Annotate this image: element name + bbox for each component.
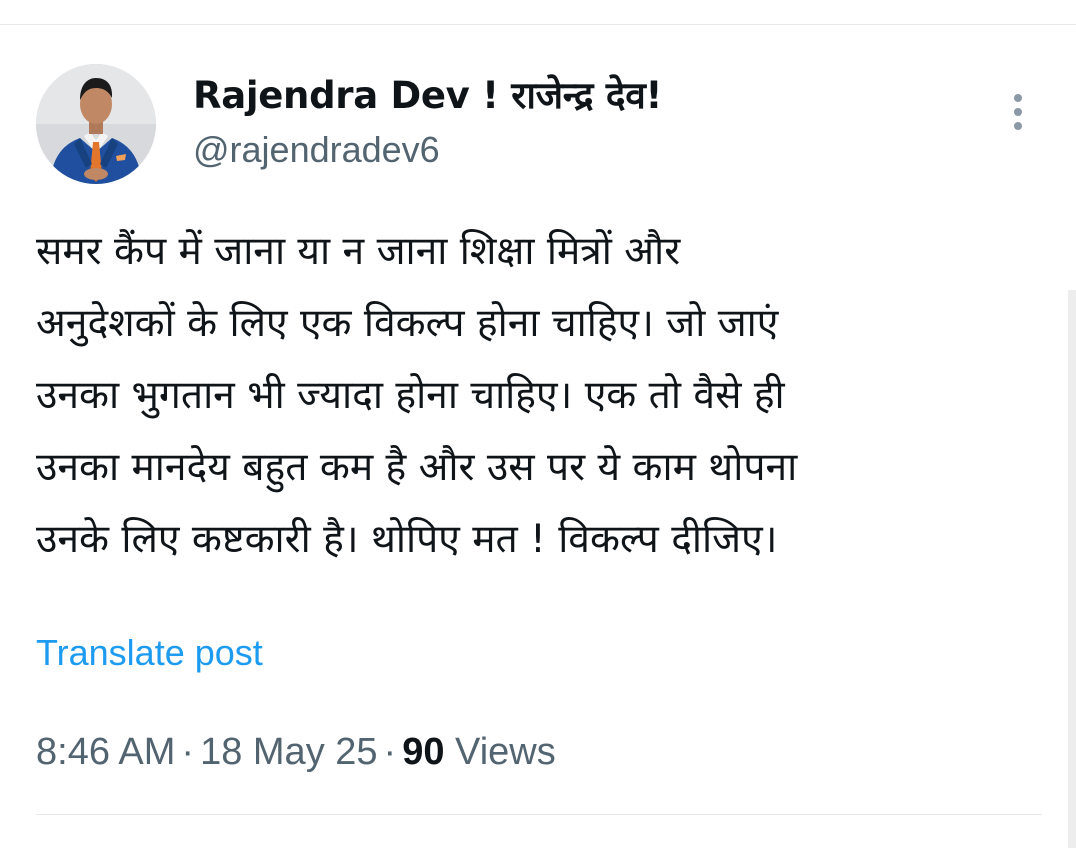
post-time[interactable]: 8:46 AM (36, 731, 175, 773)
post-text-line: उनका भुगतान भी ज्यादा होना चाहिए। एक तो … (36, 373, 785, 418)
more-vertical-icon (1014, 94, 1022, 102)
post-text-line: उनका मानदेय बहुत कम है और उस पर ये काम थ… (36, 445, 798, 490)
views-label: Views (455, 731, 556, 773)
more-options-button[interactable] (1000, 86, 1036, 138)
post-text-line: अनुदेशकों के लिए एक विकल्प होना चाहिए। ज… (36, 301, 779, 346)
post-date[interactable]: 18 May 25 (200, 731, 377, 773)
top-divider (0, 24, 1076, 25)
profile-photo-icon (36, 64, 156, 184)
post-metadata: 8:46 AM · 18 May 25 · 90 Views (36, 727, 556, 777)
post-text-line: समर कैंप में जाना या न जाना शिक्षा मित्र… (36, 229, 681, 274)
post-text-line: उनके लिए कष्टकारी है। थोपिए मत ! विकल्प … (36, 517, 778, 562)
translate-post-link[interactable]: Translate post (36, 630, 263, 676)
avatar[interactable] (36, 64, 156, 184)
author-name[interactable]: Rajendra Dev ! राजेन्द्र देव! (193, 72, 662, 120)
meta-separator: · (181, 731, 195, 773)
more-vertical-icon-dot (1014, 108, 1022, 116)
scrollbar[interactable] (1068, 290, 1076, 848)
more-vertical-icon-dot (1014, 122, 1022, 130)
meta-separator: · (383, 731, 397, 773)
bottom-divider (36, 814, 1042, 815)
post-text: समर कैंप में जाना या न जाना शिक्षा मित्र… (36, 216, 1046, 576)
views-count: 90 (402, 731, 445, 773)
author-handle[interactable]: @rajendradev6 (193, 128, 440, 172)
